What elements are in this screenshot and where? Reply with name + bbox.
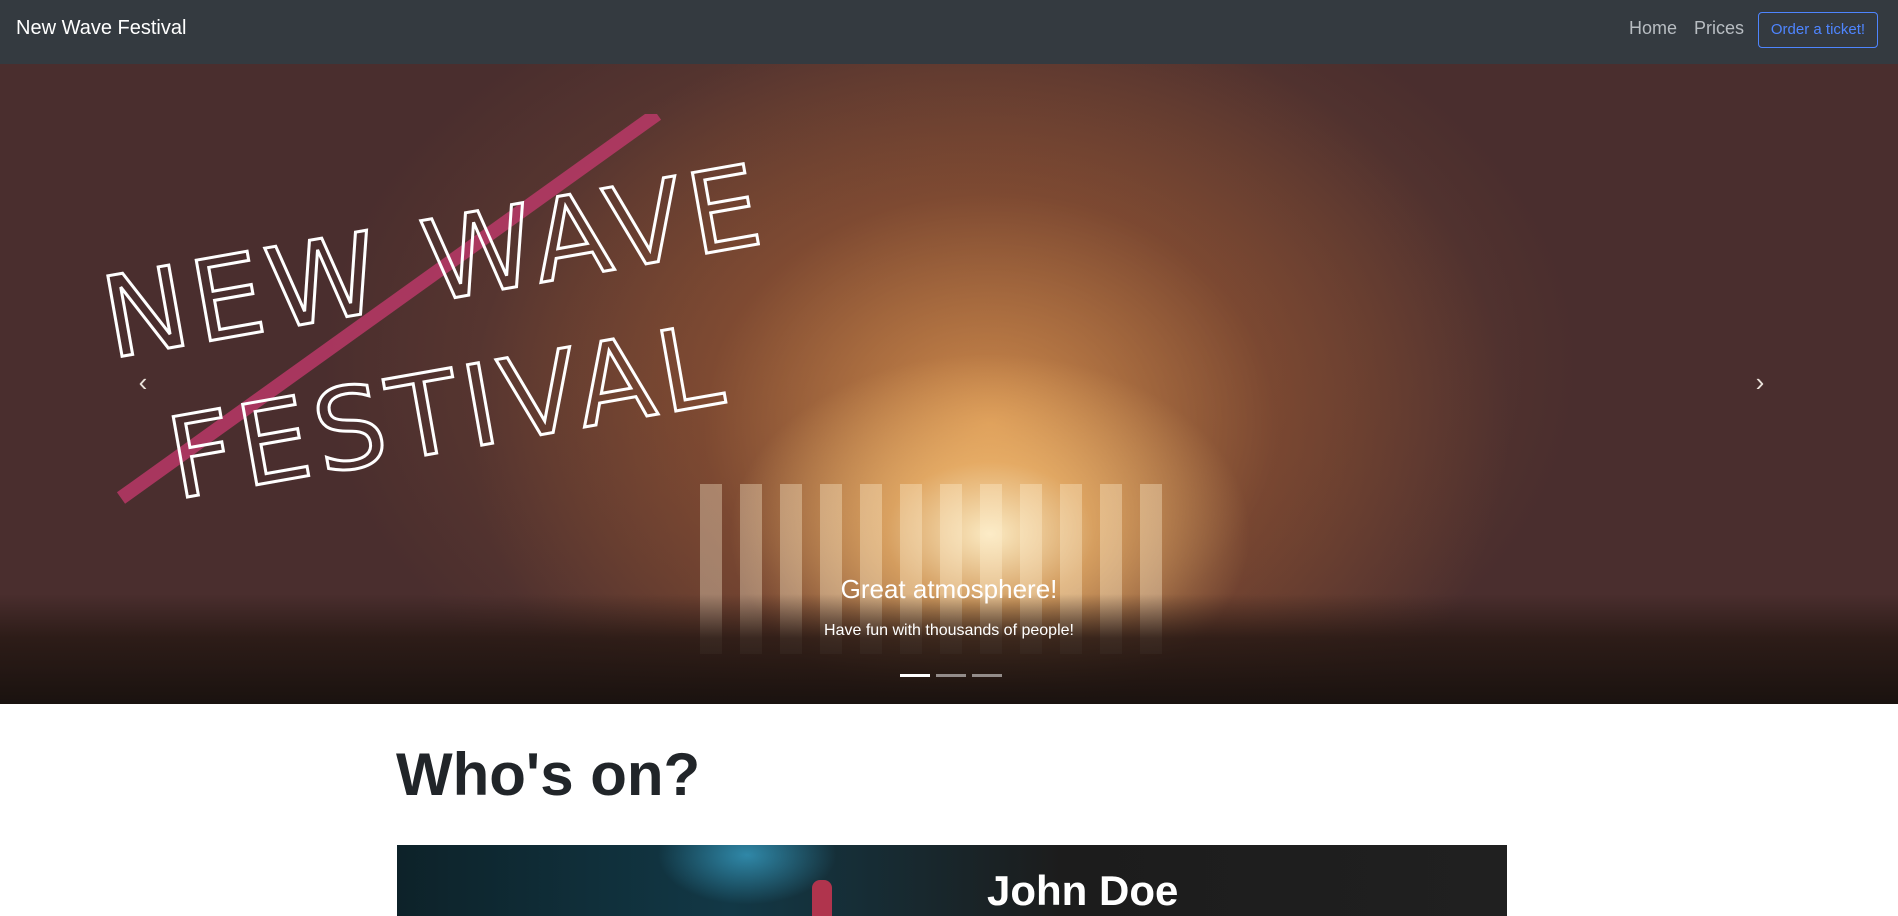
section-title: Who's on? [396, 741, 701, 808]
carousel-prev-icon[interactable]: ‹ [128, 367, 158, 397]
carousel-indicator-1[interactable] [900, 674, 930, 677]
carousel-indicator-2[interactable] [936, 674, 966, 677]
carousel-next-icon[interactable]: › [1745, 367, 1775, 397]
nav-link-home[interactable]: Home [1629, 18, 1677, 39]
festival-logo: NEW WAVE FESTIVAL [80, 108, 778, 534]
navbar-brand[interactable]: New Wave Festival [16, 17, 186, 40]
order-ticket-button[interactable]: Order a ticket! [1758, 12, 1878, 48]
carousel-caption-title: Great atmosphere! [840, 574, 1058, 604]
hero-carousel: NEW WAVE FESTIVAL ‹ › Great atmosphere! … [0, 64, 1898, 704]
performer-image [812, 880, 832, 916]
carousel-caption-text: Have fun with thousands of people! [824, 622, 1074, 639]
artist-name: John Doe [987, 867, 1179, 914]
crowd-silhouette [0, 594, 1898, 704]
spotlight [657, 845, 837, 905]
artist-card[interactable]: John Doe [397, 845, 1507, 916]
navbar: New Wave Festival Home Prices Order a ti… [0, 0, 1898, 64]
carousel-indicator-3[interactable] [972, 674, 1002, 677]
nav-link-prices[interactable]: Prices [1694, 18, 1744, 39]
